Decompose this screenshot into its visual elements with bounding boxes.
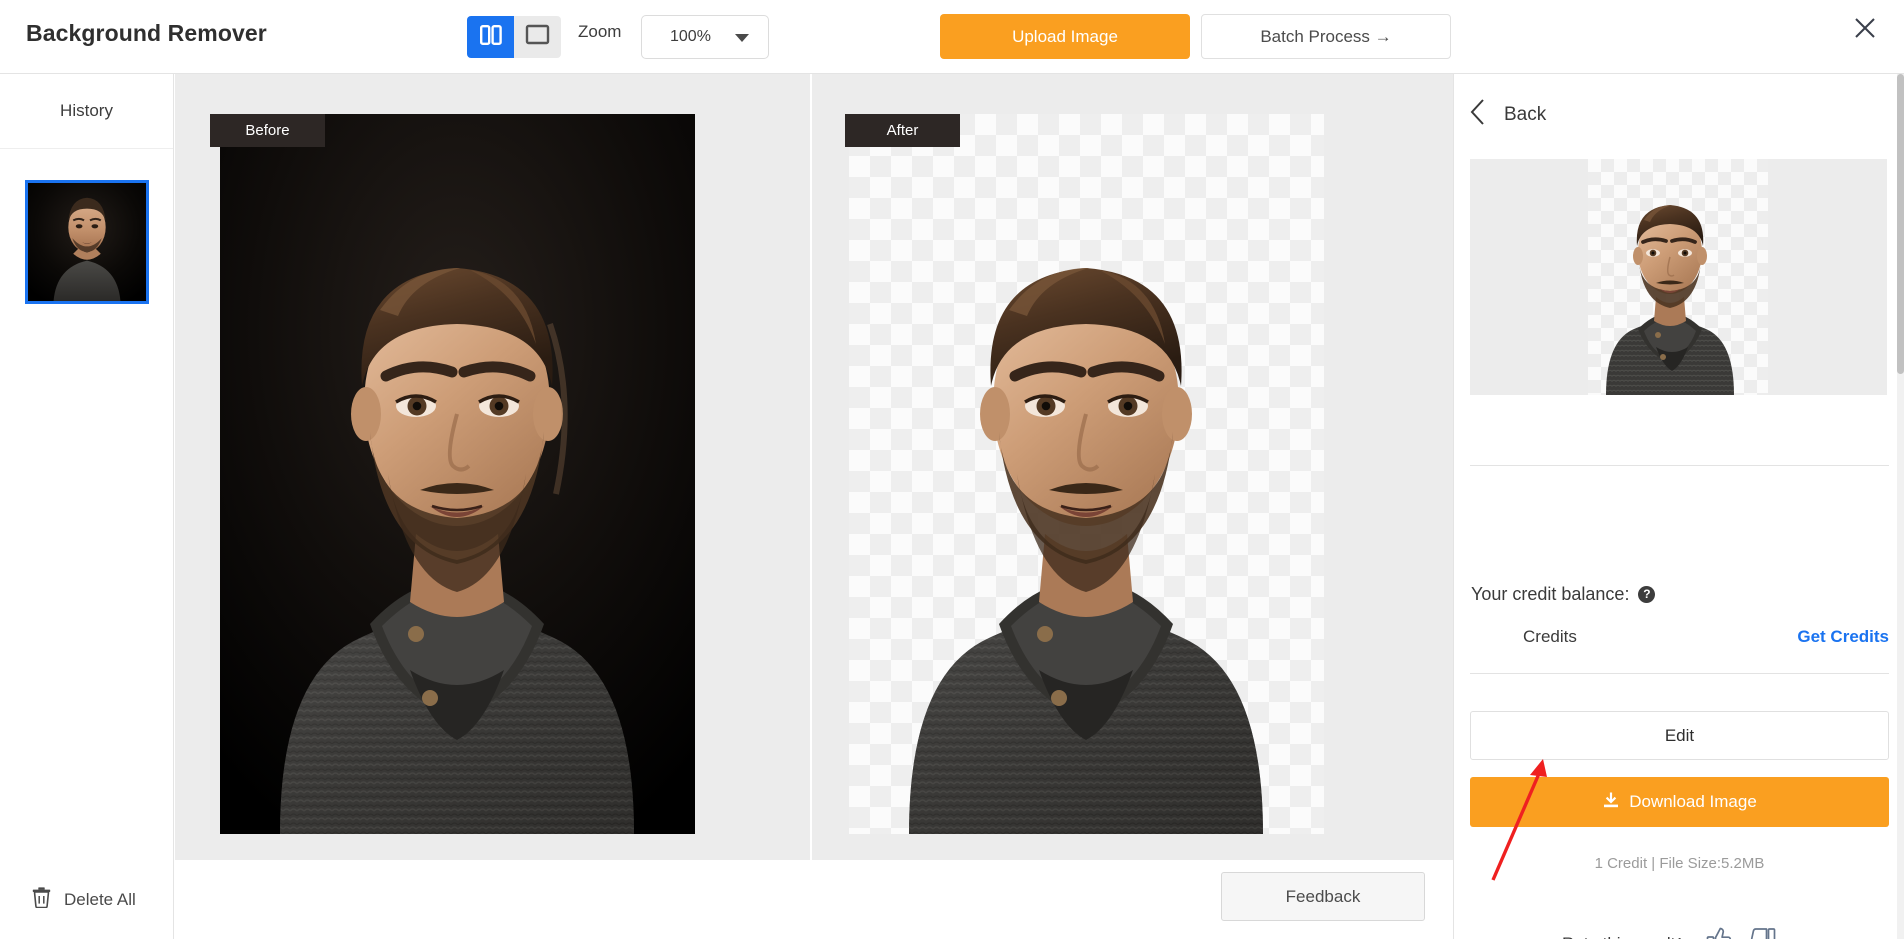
delete-all-button[interactable]: Delete All bbox=[32, 887, 136, 913]
chevron-left-icon bbox=[1469, 98, 1486, 131]
credit-balance-text: Your credit balance: bbox=[1471, 584, 1630, 604]
zoom-select[interactable]: 100% bbox=[641, 15, 769, 59]
page-scrollbar[interactable] bbox=[1897, 74, 1904, 939]
upload-image-button[interactable]: Upload Image bbox=[940, 14, 1190, 59]
history-sidebar: History Delete All bbox=[0, 74, 174, 939]
after-pane: After bbox=[812, 74, 1451, 860]
page-title: Background Remover bbox=[26, 20, 267, 46]
thumbs-up-icon[interactable] bbox=[1706, 926, 1734, 939]
feedback-button[interactable]: Feedback bbox=[1221, 872, 1425, 921]
scrollbar-thumb[interactable] bbox=[1897, 74, 1904, 374]
canvas-footer: Feedback bbox=[175, 860, 1453, 939]
chevron-down-icon bbox=[735, 34, 749, 42]
before-label: Before bbox=[210, 114, 325, 147]
before-image[interactable] bbox=[220, 114, 695, 834]
credit-balance-label: Your credit balance: ? bbox=[1471, 584, 1656, 605]
result-portrait-graphic bbox=[1606, 205, 1734, 395]
before-portrait-graphic bbox=[220, 114, 695, 834]
download-icon bbox=[1602, 791, 1620, 814]
back-button[interactable]: Back bbox=[1469, 98, 1546, 131]
comparison-canvas: Before After bbox=[175, 74, 1453, 860]
batch-process-button[interactable]: Batch Process → bbox=[1201, 14, 1451, 59]
thumbs-down-icon[interactable] bbox=[1748, 926, 1776, 939]
single-view-button[interactable] bbox=[514, 16, 561, 58]
single-frame-icon bbox=[525, 24, 550, 50]
delete-all-label: Delete All bbox=[64, 890, 136, 909]
download-image-button[interactable]: Download Image bbox=[1470, 777, 1889, 827]
credit-row: Credits Get Credits bbox=[1471, 627, 1889, 647]
after-portrait-graphic bbox=[909, 268, 1263, 834]
get-credits-link[interactable]: Get Credits bbox=[1797, 627, 1889, 647]
split-columns-icon bbox=[479, 24, 503, 51]
top-toolbar: Background Remover Zoom 100% Upload Imag… bbox=[0, 0, 1904, 74]
zoom-value: 100% bbox=[670, 28, 711, 45]
after-label: After bbox=[845, 114, 960, 147]
trash-icon bbox=[32, 887, 51, 913]
view-mode-toggle[interactable] bbox=[467, 16, 561, 58]
file-meta-text: 1 Credit | File Size:5.2MB bbox=[1594, 855, 1765, 872]
after-image[interactable] bbox=[849, 114, 1324, 834]
credits-label: Credits bbox=[1523, 627, 1577, 646]
result-preview-image bbox=[1588, 159, 1768, 395]
list-item[interactable] bbox=[25, 180, 149, 304]
back-label: Back bbox=[1504, 103, 1547, 125]
download-label: Download Image bbox=[1629, 792, 1757, 811]
history-thumbnail-image bbox=[28, 183, 146, 301]
divider bbox=[1470, 673, 1889, 674]
before-pane: Before bbox=[175, 74, 812, 860]
zoom-label: Zoom bbox=[578, 22, 622, 41]
result-panel: Back Your credit balance: ? Credits Get … bbox=[1453, 74, 1904, 939]
close-icon[interactable] bbox=[1849, 12, 1881, 44]
split-view-button[interactable] bbox=[467, 16, 514, 58]
result-preview[interactable] bbox=[1470, 159, 1887, 395]
divider bbox=[1470, 465, 1889, 466]
rate-result-row: Rate this result： bbox=[1562, 926, 1776, 939]
question-mark-icon[interactable]: ? bbox=[1638, 586, 1656, 603]
edit-button[interactable]: Edit bbox=[1470, 711, 1889, 760]
history-heading: History bbox=[0, 74, 173, 149]
rate-result-label: Rate this result： bbox=[1562, 929, 1692, 939]
